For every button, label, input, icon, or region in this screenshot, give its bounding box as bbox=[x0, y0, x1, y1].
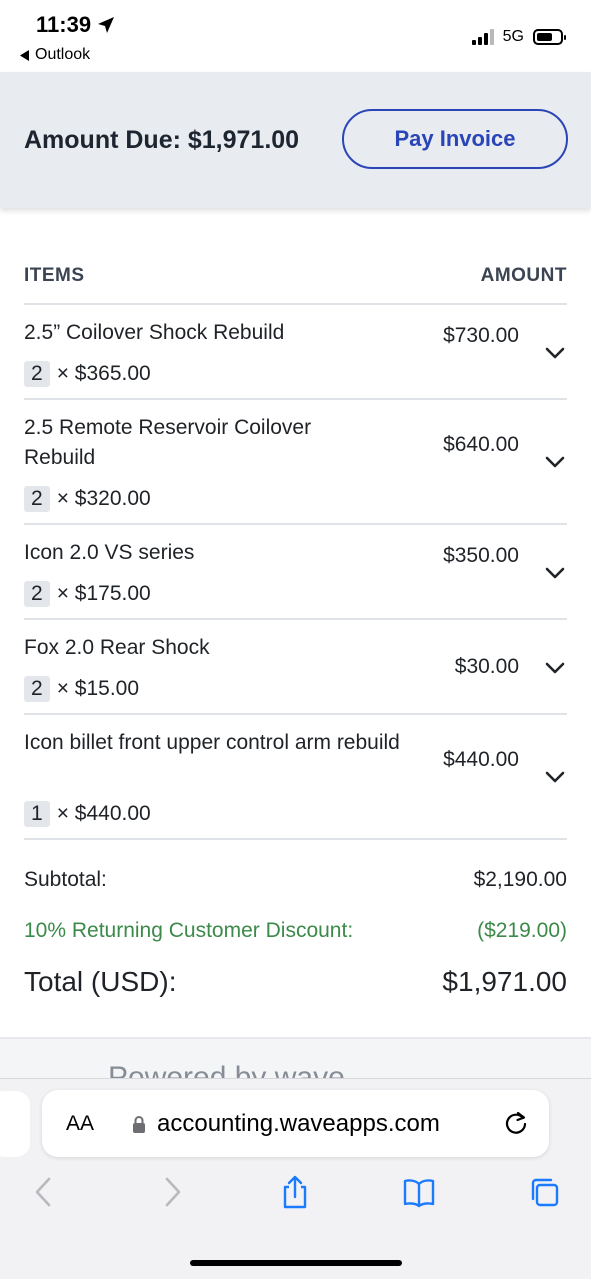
status-indicators: 5G bbox=[471, 28, 566, 46]
signal-icon bbox=[471, 29, 494, 45]
unit-price: × $320.00 bbox=[56, 487, 151, 510]
status-bar: 11:39 Outlook 5G bbox=[0, 0, 591, 72]
subtotal-label: Subtotal: bbox=[24, 868, 107, 891]
back-triangle-icon bbox=[20, 49, 29, 61]
item-name: 2.5” Coilover Shock Rebuild bbox=[24, 321, 285, 344]
item-name: Icon 2.0 VS series bbox=[24, 541, 195, 564]
chevron-down-icon[interactable] bbox=[543, 450, 567, 474]
item-quantity: 2 × $175.00 bbox=[24, 581, 151, 607]
bookmarks-icon[interactable] bbox=[403, 1175, 435, 1209]
table-row[interactable]: Fox 2.0 Rear Shock 2 × $15.00 $30.00 bbox=[24, 620, 567, 715]
status-time: 11:39 bbox=[36, 12, 115, 38]
location-arrow-icon bbox=[98, 17, 115, 33]
back-icon[interactable] bbox=[28, 1175, 60, 1209]
items-table: ITEMS AMOUNT 2.5” Coilover Shock Rebuild… bbox=[24, 250, 567, 840]
chevron-down-icon[interactable] bbox=[543, 765, 567, 789]
unit-price: × $15.00 bbox=[56, 677, 140, 700]
qty-badge: 2 bbox=[24, 676, 50, 702]
amount-due-header: Amount Due: $1,971.00 Pay Invoice bbox=[0, 72, 591, 208]
previous-tab-preview[interactable] bbox=[0, 1091, 30, 1157]
qty-badge: 2 bbox=[24, 361, 50, 387]
item-amount: $30.00 bbox=[454, 655, 519, 678]
forward-icon[interactable] bbox=[156, 1175, 188, 1209]
subtotal-row: Subtotal: $2,190.00 bbox=[24, 860, 567, 900]
address-bar[interactable]: AA accounting.waveapps.com bbox=[42, 1090, 549, 1157]
amount-column-header: AMOUNT bbox=[480, 264, 567, 286]
text-size-button[interactable]: AA bbox=[66, 1112, 94, 1136]
item-quantity: 1 × $440.00 bbox=[24, 801, 151, 827]
table-row[interactable]: Icon 2.0 VS series 2 × $175.00 $350.00 bbox=[24, 525, 567, 620]
subtotal-value: $2,190.00 bbox=[473, 868, 567, 891]
item-name: Icon billet front upper control arm rebu… bbox=[24, 731, 400, 754]
items-column-header: ITEMS bbox=[24, 264, 85, 286]
item-amount: $440.00 bbox=[443, 748, 519, 771]
total-label: Total (USD): bbox=[24, 966, 177, 997]
invoice-totals: Subtotal: $2,190.00 10% Returning Custom… bbox=[24, 860, 567, 1002]
qty-badge: 2 bbox=[24, 581, 50, 607]
unit-price: × $440.00 bbox=[56, 802, 151, 825]
browser-toolbar bbox=[0, 1175, 591, 1215]
discount-label: 10% Returning Customer Discount: bbox=[24, 919, 354, 942]
discount-row: 10% Returning Customer Discount: ($219.0… bbox=[24, 900, 567, 962]
pay-invoice-button[interactable]: Pay Invoice bbox=[342, 109, 568, 169]
chevron-down-icon[interactable] bbox=[543, 656, 567, 680]
item-amount: $640.00 bbox=[443, 433, 519, 456]
url-text[interactable]: accounting.waveapps.com bbox=[157, 1110, 440, 1138]
back-to-app-link[interactable]: Outlook bbox=[20, 46, 90, 64]
amount-due-text: Amount Due: $1,971.00 bbox=[24, 126, 300, 154]
item-amount: $350.00 bbox=[443, 544, 519, 567]
reload-icon[interactable] bbox=[503, 1110, 529, 1136]
total-row: Total (USD): $1,971.00 bbox=[24, 962, 567, 1002]
qty-badge: 1 bbox=[24, 801, 50, 827]
chevron-down-icon[interactable] bbox=[543, 561, 567, 585]
item-quantity: 2 × $15.00 bbox=[24, 676, 139, 702]
item-quantity: 2 × $320.00 bbox=[24, 486, 151, 512]
lock-icon bbox=[133, 1116, 145, 1133]
back-app-label: Outlook bbox=[35, 46, 91, 63]
qty-badge: 2 bbox=[24, 486, 50, 512]
battery-icon bbox=[533, 29, 566, 45]
item-name: Fox 2.0 Rear Shock bbox=[24, 636, 210, 659]
browser-bottom-bar: AA accounting.waveapps.com bbox=[0, 1078, 591, 1279]
discount-value: ($219.00) bbox=[477, 919, 567, 942]
table-row[interactable]: Icon billet front upper control arm rebu… bbox=[24, 715, 567, 840]
item-amount: $730.00 bbox=[443, 324, 519, 347]
powered-by-text: Powered by wave bbox=[108, 1061, 345, 1079]
share-icon[interactable] bbox=[279, 1175, 311, 1209]
tabs-icon[interactable] bbox=[528, 1175, 560, 1209]
item-name: 2.5 Remote Reservoir Coilover Rebuild bbox=[24, 416, 312, 469]
total-value: $1,971.00 bbox=[442, 966, 567, 997]
table-row[interactable]: 2.5 Remote Reservoir Coilover Rebuild 2 … bbox=[24, 400, 567, 525]
network-type: 5G bbox=[502, 28, 524, 45]
powered-by-wave-footer[interactable]: Powered by wave bbox=[0, 1039, 591, 1079]
home-indicator[interactable] bbox=[190, 1260, 402, 1266]
item-quantity: 2 × $365.00 bbox=[24, 361, 151, 387]
unit-price: × $175.00 bbox=[56, 582, 151, 605]
chevron-down-icon[interactable] bbox=[543, 341, 567, 365]
unit-price: × $365.00 bbox=[56, 362, 151, 385]
time-text: 11:39 bbox=[36, 12, 92, 37]
table-row[interactable]: 2.5” Coilover Shock Rebuild 2 × $365.00 … bbox=[24, 305, 567, 400]
items-table-header: ITEMS AMOUNT bbox=[24, 250, 567, 305]
